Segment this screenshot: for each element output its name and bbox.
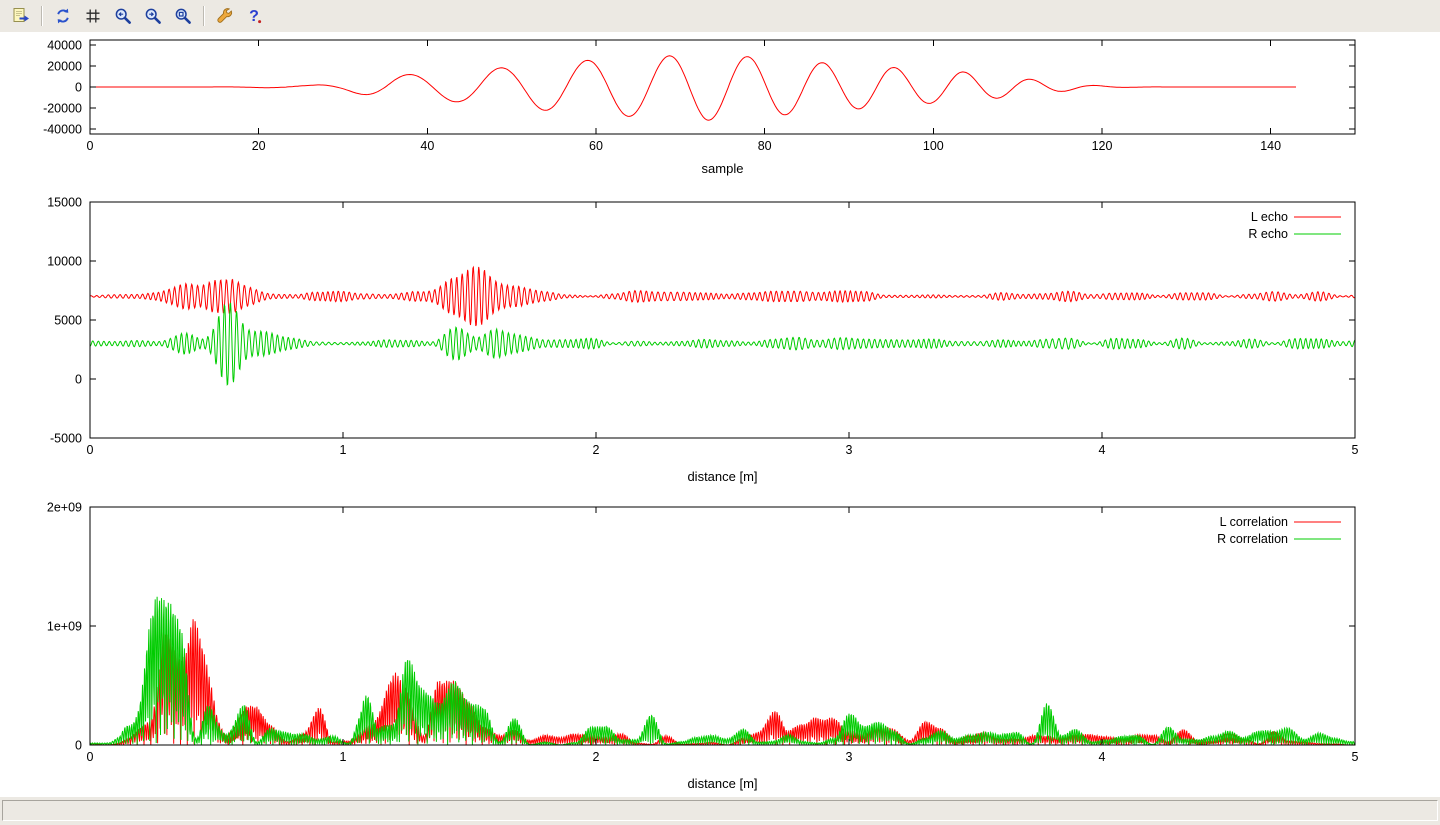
x-tick-label: 80 (758, 139, 772, 153)
x-tick-label: 2 (593, 443, 600, 457)
x-tick-label: 140 (1260, 139, 1281, 153)
toolbar-separator (41, 6, 43, 26)
refresh-icon (54, 7, 72, 25)
legend-label: L correlation (1220, 515, 1288, 529)
autoscale-button[interactable] (169, 2, 197, 30)
wrench-icon (216, 7, 234, 25)
y-tick-label: 5000 (54, 314, 82, 328)
zoom-next-button[interactable] (139, 2, 167, 30)
legend-label: R echo (1248, 227, 1288, 241)
series-R-correlation (90, 597, 1355, 745)
grid-icon (84, 7, 102, 25)
y-tick-label: 0 (75, 739, 82, 753)
y-tick-label: 15000 (47, 196, 82, 210)
x-tick-label: 2 (593, 750, 600, 764)
x-tick-label: 60 (589, 139, 603, 153)
x-tick-label: 20 (252, 139, 266, 153)
plot-border (90, 507, 1355, 745)
series-L-echo (90, 267, 1355, 326)
configure-button[interactable] (211, 2, 239, 30)
series-group (90, 597, 1355, 745)
y-tick-label: 40000 (47, 39, 82, 53)
toolbar-separator (203, 6, 205, 26)
y-tick-label: -20000 (43, 101, 82, 115)
x-tick-label: 0 (87, 139, 94, 153)
y-tick-label: 2e+09 (47, 501, 82, 515)
toggle-grid-button[interactable] (79, 2, 107, 30)
toolbar: ? (0, 0, 1440, 32)
x-tick-label: 0 (87, 750, 94, 764)
x-axis-label: distance [m] (687, 469, 757, 484)
legend-label: L echo (1251, 210, 1288, 224)
legend: L correlation R correlation (1217, 515, 1341, 546)
plot-border (90, 202, 1355, 438)
help-icon: ? (246, 7, 264, 25)
correlation-chart[interactable]: 0 1 2 3 4 5 0 1e+09 2e+09 distance [m] L correlati… (0, 497, 1440, 797)
gnuplot-window: ? 020406080100120140-40000-2000002000040… (0, 0, 1440, 825)
x-axis-label: sample (702, 161, 744, 176)
pulse-waveform-chart[interactable]: 0 20 40 60 80 100 120 140 -40000 -20000 0 20000 4000… (0, 32, 1440, 187)
x-tick-label: 1 (340, 750, 347, 764)
x-tick-label: 3 (846, 750, 853, 764)
copy-to-clipboard-button[interactable] (7, 2, 35, 30)
status-bar (0, 797, 1440, 825)
legend-label: R correlation (1217, 532, 1288, 546)
x-axis-label: distance [m] (687, 776, 757, 791)
legend: L echo R echo (1248, 210, 1341, 241)
status-field (2, 800, 1438, 821)
zoom-previous-icon (114, 7, 132, 25)
autoscale-icon (174, 7, 192, 25)
series-L-correlation (90, 619, 1355, 745)
series-group (90, 56, 1296, 120)
y-tick-label: -5000 (50, 432, 82, 446)
y-tick-label: 10000 (47, 255, 82, 269)
plot-area: 020406080100120140-40000-200000200004000… (0, 32, 1440, 797)
y-tick-label: 1e+09 (47, 620, 82, 634)
x-tick-label: 5 (1352, 750, 1359, 764)
y-tick-label: 0 (75, 81, 82, 95)
zoom-previous-button[interactable] (109, 2, 137, 30)
x-tick-label: 0 (87, 443, 94, 457)
x-tick-label: 1 (340, 443, 347, 457)
x-tick-label: 5 (1352, 443, 1359, 457)
x-tick-label: 4 (1099, 750, 1106, 764)
x-tick-label: 4 (1099, 443, 1106, 457)
series-R-echo (90, 303, 1355, 385)
y-tick-label: -40000 (43, 122, 82, 136)
clipboard-export-icon (12, 7, 31, 26)
series-group (90, 267, 1355, 385)
y-tick-label: 0 (75, 373, 82, 387)
series-pulse-waveform (90, 56, 1296, 120)
svg-text:?: ? (249, 8, 259, 25)
help-button[interactable]: ? (241, 2, 269, 30)
x-tick-label: 120 (1092, 139, 1113, 153)
x-tick-label: 100 (923, 139, 944, 153)
x-tick-label: 40 (420, 139, 434, 153)
x-tick-label: 3 (846, 443, 853, 457)
echo-signals-chart[interactable]: 0 1 2 3 4 5 -5000 0 5000 10000 15000 distance [m] L … (0, 187, 1440, 497)
zoom-next-icon (144, 7, 162, 25)
replot-button[interactable] (49, 2, 77, 30)
y-tick-label: 20000 (47, 60, 82, 74)
